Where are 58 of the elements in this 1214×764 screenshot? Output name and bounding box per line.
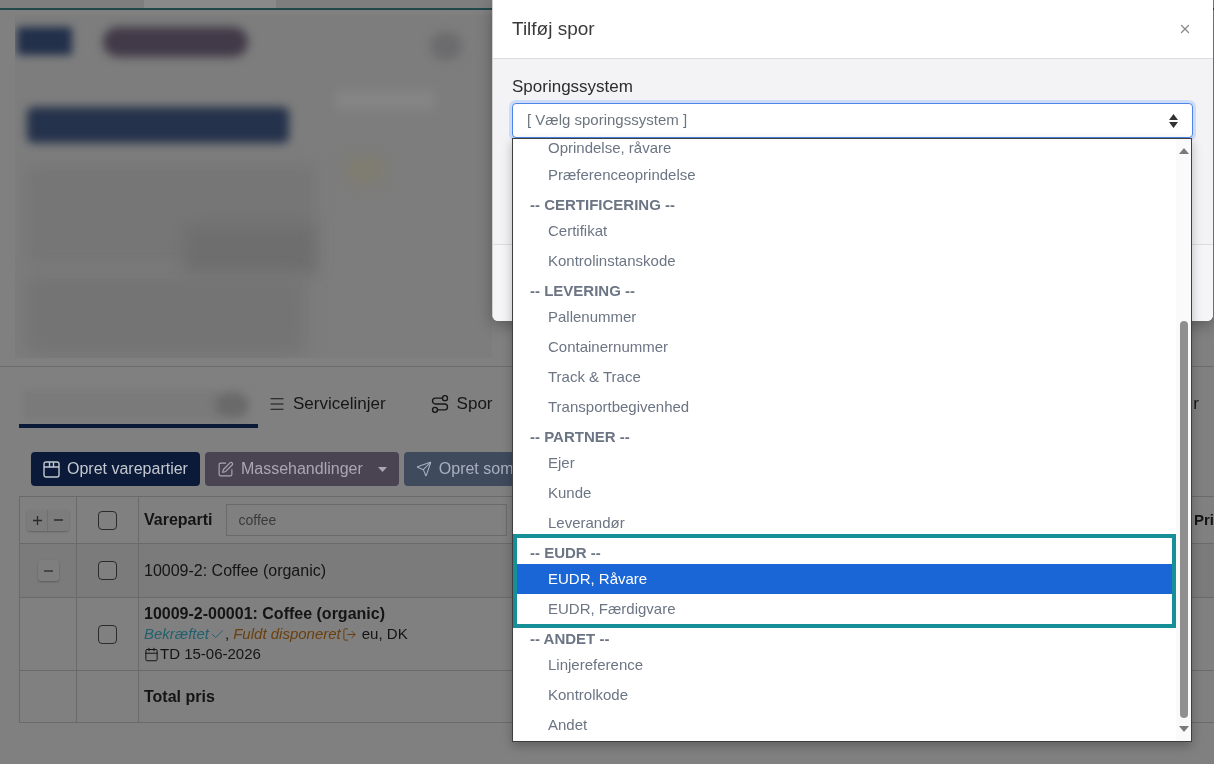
list-option[interactable]: Certifikat [513,216,1176,246]
scrollbar-thumb[interactable] [1179,321,1188,718]
option-group-label: -- CERTIFICERING -- [529,195,676,215]
collapse-button[interactable] [37,560,59,581]
origin-text: eu, DK [361,624,408,644]
send-icon [415,461,432,477]
list-option[interactable]: Andet [513,710,1176,740]
list-option[interactable]: EUDR, Færdigvare [517,594,1172,624]
filter-input[interactable]: coffee [226,504,508,536]
collapse-all-button[interactable] [48,509,69,531]
sort-icon [1169,113,1178,128]
plus-icon [32,515,42,525]
option-group-label: -- ANDET -- [529,629,611,649]
tab[interactable]: Servicelinjer [258,383,396,428]
date-text: TD 15-06-2026 [160,644,261,664]
edit-icon [216,460,234,478]
list-option[interactable]: Track & Trace [513,362,1176,392]
minus-icon [43,569,53,572]
list-option[interactable]: Kontrolkode [513,680,1176,710]
column-header: Pri [1194,509,1214,530]
list-option[interactable]: EUDR, Råvare [517,564,1172,594]
expand-all-button[interactable] [27,509,48,531]
route-icon [429,393,450,414]
total-label: Total pris [144,686,215,707]
list-option[interactable]: Containernummer [513,332,1176,362]
list-option[interactable]: Kontrolinstanskode [513,246,1176,276]
status-text: Fuldt disponeret [233,624,341,644]
box-icon [43,460,60,478]
field-label: Sporingssystem [512,77,634,97]
minus-icon [54,519,63,521]
list-option[interactable]: Oprindelse, råvare [513,139,1176,160]
scroll-up-icon[interactable] [1178,148,1189,154]
caret-down-icon [377,466,387,472]
option-group-label: -- EUDR -- [529,543,602,563]
lot-title: 10009-2-00001: Coffee (organic) [144,604,385,624]
option-group-label: -- PARTNER -- [529,427,631,447]
list-option[interactable]: Linjereference [513,650,1176,680]
checkbox[interactable] [98,561,117,580]
calendar-icon [144,646,159,662]
tab[interactable]: Spor [419,383,503,428]
select-field[interactable]: [ Vælg sporingssystem ] [512,103,1193,138]
close-icon [1178,22,1192,36]
list-option[interactable]: Pallenummer [513,302,1176,332]
group-title: 10009-2: Coffee (organic) [144,560,327,581]
column-header: Vareparti [144,510,213,530]
toolbar-button[interactable]: Opret varepartier [31,452,200,486]
list-option[interactable]: Leverandør [513,508,1176,538]
checkbox[interactable] [98,624,117,644]
list-option[interactable]: Præferenceoprindelse [513,160,1176,190]
dialog-title: Tilføj spor [512,16,595,41]
tab[interactable]: r [1193,383,1199,428]
option-group-label: -- LEVERING -- [529,281,636,301]
status-text: Bekræftet [144,624,210,644]
checkbox[interactable] [98,510,117,530]
scroll-down-icon[interactable] [1178,726,1189,732]
toolbar-button[interactable]: Massehandlinger [204,452,399,486]
separator-text: , [225,624,230,644]
list-option[interactable]: Transportbegivenhed [513,392,1176,422]
